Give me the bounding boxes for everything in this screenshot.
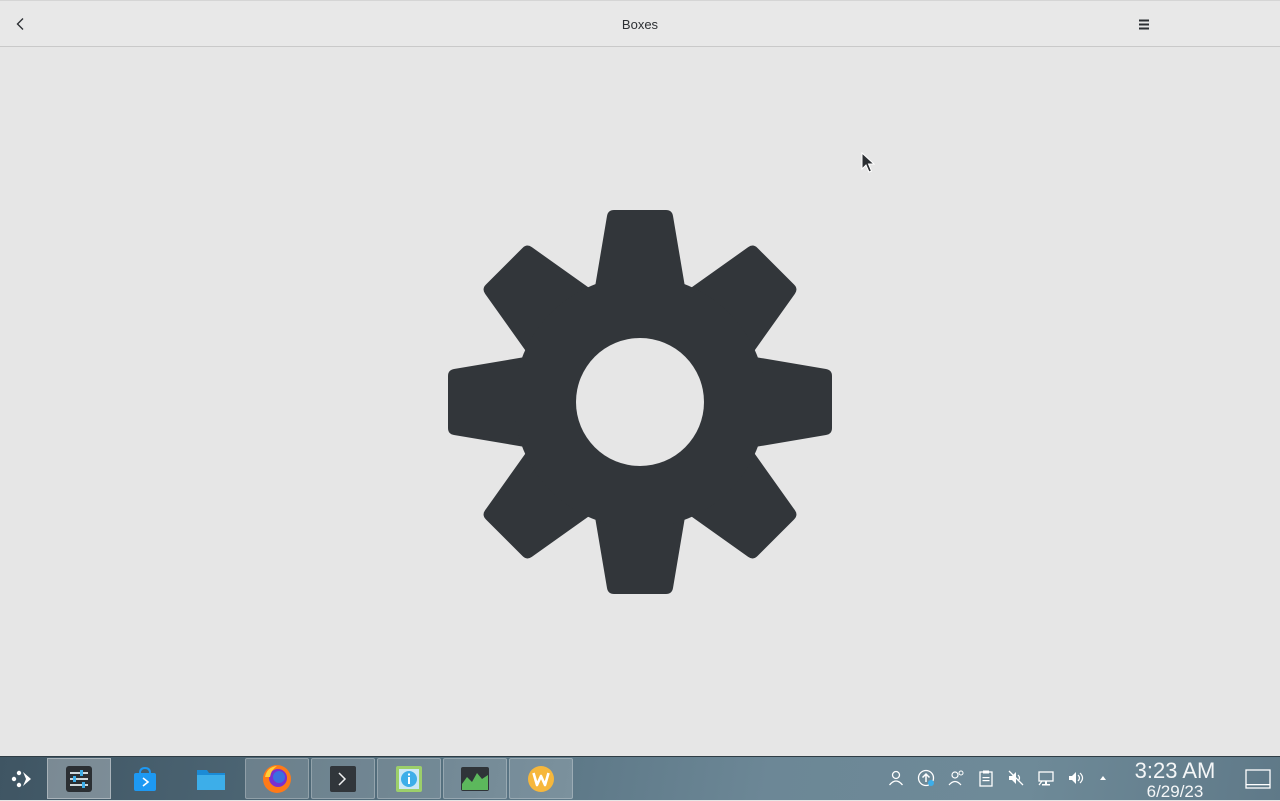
show-desktop-button[interactable] <box>1245 769 1271 789</box>
clipboard-icon <box>979 770 993 787</box>
discover-store-icon <box>134 766 156 791</box>
gear-tooth <box>595 517 685 594</box>
hamburger-menu-button[interactable] <box>1129 9 1159 39</box>
volume-icon <box>1069 772 1084 784</box>
tray-user[interactable] <box>886 768 906 788</box>
gear-icon <box>448 210 832 594</box>
application-launcher-button[interactable] <box>4 758 40 799</box>
mouse-cursor-icon <box>861 152 875 173</box>
taskbar: 3:23 AM 6/29/23 <box>0 756 1280 800</box>
tray-clipboard[interactable] <box>976 768 996 788</box>
application-launcher-icon <box>11 770 31 787</box>
taskbar-app-terminal[interactable] <box>311 758 375 799</box>
taskbar-app-files[interactable] <box>179 758 243 799</box>
updates-icon <box>917 769 935 787</box>
window-title: Boxes <box>621 17 659 32</box>
tray-audio-muted[interactable] <box>1006 768 1026 788</box>
tray-network[interactable] <box>1036 768 1056 788</box>
clock-time: 3:23 AM <box>1134 758 1216 783</box>
tray-expand[interactable] <box>1094 768 1112 788</box>
taskbar-app-w[interactable] <box>509 758 573 799</box>
user-switch-icon <box>948 770 964 786</box>
taskbar-app-firefox[interactable] <box>245 758 309 799</box>
expand-tray-icon <box>1100 776 1106 780</box>
show-desktop-icon <box>1245 769 1271 789</box>
gear-tooth <box>755 357 832 447</box>
taskbar-app-settings[interactable] <box>47 758 111 799</box>
clock-date: 6/29/23 <box>1146 782 1204 801</box>
network-icon <box>1038 771 1054 786</box>
taskbar-app-monitor[interactable] <box>443 758 507 799</box>
taskbar-app-info[interactable] <box>377 758 441 799</box>
gear-tooth <box>595 210 685 287</box>
terminal-icon <box>330 765 356 792</box>
firefox-icon <box>263 764 291 793</box>
file-manager-icon <box>197 769 225 790</box>
header-bar: Boxes <box>0 0 1280 47</box>
system-settings-icon <box>66 765 92 792</box>
user-icon <box>888 770 904 786</box>
hamburger-menu-icon <box>1139 19 1149 30</box>
tray-updates[interactable] <box>916 768 936 788</box>
w-app-icon <box>528 765 554 792</box>
gear-tooth <box>448 357 525 447</box>
audio-muted-icon <box>1008 770 1024 786</box>
system-info-icon <box>396 765 422 792</box>
system-monitor-icon <box>461 766 489 791</box>
digital-clock[interactable]: 3:23 AM 6/29/23 <box>1120 757 1230 801</box>
tray-user-switch[interactable] <box>946 768 966 788</box>
tray-volume[interactable] <box>1066 768 1086 788</box>
taskbar-app-discover[interactable] <box>113 758 177 799</box>
